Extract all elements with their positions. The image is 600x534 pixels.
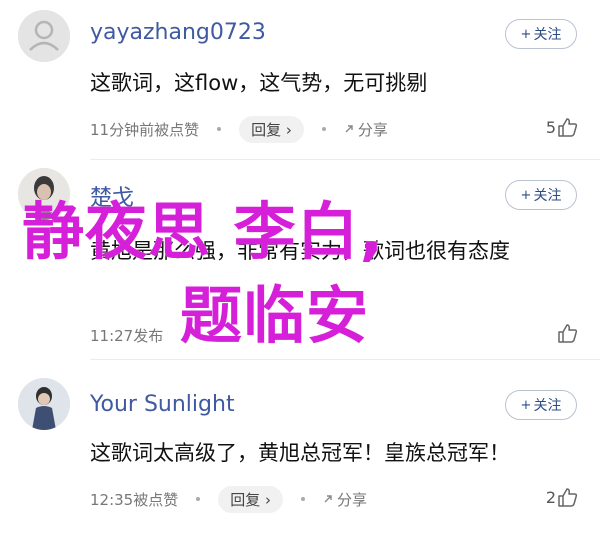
like-count: 5 xyxy=(545,117,556,137)
separator-dot xyxy=(196,497,201,501)
reply-label: 回复 xyxy=(251,120,282,139)
username[interactable]: yayazhang0723 xyxy=(90,20,266,45)
follow-button[interactable]: + 关注 xyxy=(505,19,577,49)
comment-item: Your Sunlight + 关注 这歌词太高级了，黄旭总冠军！皇族总冠军！ … xyxy=(0,360,600,534)
share-button[interactable]: 分享 xyxy=(344,119,388,140)
thumbs-up-icon xyxy=(558,488,578,507)
comment-meta: 12:35被点赞 回复 › 分享 xyxy=(90,485,367,513)
reply-button[interactable]: 回复 › xyxy=(218,485,284,513)
avatar[interactable] xyxy=(18,10,70,62)
like-count: 2 xyxy=(545,487,556,507)
follow-button-label: 关注 xyxy=(533,398,562,414)
like-button[interactable]: 5 xyxy=(546,116,578,138)
comment-meta: 11:27发布 xyxy=(90,322,163,348)
plus-icon: + xyxy=(520,187,532,203)
share-icon xyxy=(345,125,353,133)
follow-button-label: 关注 xyxy=(533,188,562,204)
thumbs-up-icon xyxy=(558,118,578,137)
overlay-title-line1: 静夜思 李白, xyxy=(22,195,385,268)
reply-label: 回复 xyxy=(230,490,261,509)
plus-icon: + xyxy=(520,26,532,42)
share-label: 分享 xyxy=(357,120,388,139)
like-button[interactable]: 2 xyxy=(546,486,578,508)
share-label: 分享 xyxy=(337,490,368,509)
overlay-title-line2: 题临安 xyxy=(180,279,370,352)
like-button[interactable] xyxy=(556,322,578,344)
separator-dot xyxy=(321,127,326,131)
plus-icon: + xyxy=(520,397,532,413)
comment-meta: 11分钟前被点赞 回复 › 分享 xyxy=(90,115,388,143)
thumbs-up-icon xyxy=(558,324,578,343)
follow-button[interactable]: + 关注 xyxy=(505,180,577,210)
username[interactable]: Your Sunlight xyxy=(90,392,235,417)
follow-button[interactable]: + 关注 xyxy=(505,390,577,420)
avatar[interactable] xyxy=(18,378,70,430)
timestamp: 11:27发布 xyxy=(90,326,164,345)
separator-dot xyxy=(217,127,222,131)
share-icon xyxy=(324,495,332,503)
follow-button-label: 关注 xyxy=(533,27,562,43)
comment-text: 这歌词太高级了，黄旭总冠军！皇族总冠军！ xyxy=(90,441,510,465)
comment-text: 这歌词，这flow，这气势，无可挑剔 xyxy=(90,71,428,95)
timestamp: 11分钟前被点赞 xyxy=(90,120,200,139)
user-photo-avatar xyxy=(18,378,70,430)
separator-dot xyxy=(301,497,306,501)
share-button[interactable]: 分享 xyxy=(323,489,367,510)
comment-item: yayazhang0723 + 关注 这歌词，这flow，这气势，无可挑剔 11… xyxy=(0,0,600,160)
timestamp: 12:35被点赞 xyxy=(90,490,179,509)
default-avatar-icon xyxy=(18,10,70,62)
reply-button[interactable]: 回复 › xyxy=(239,115,304,143)
